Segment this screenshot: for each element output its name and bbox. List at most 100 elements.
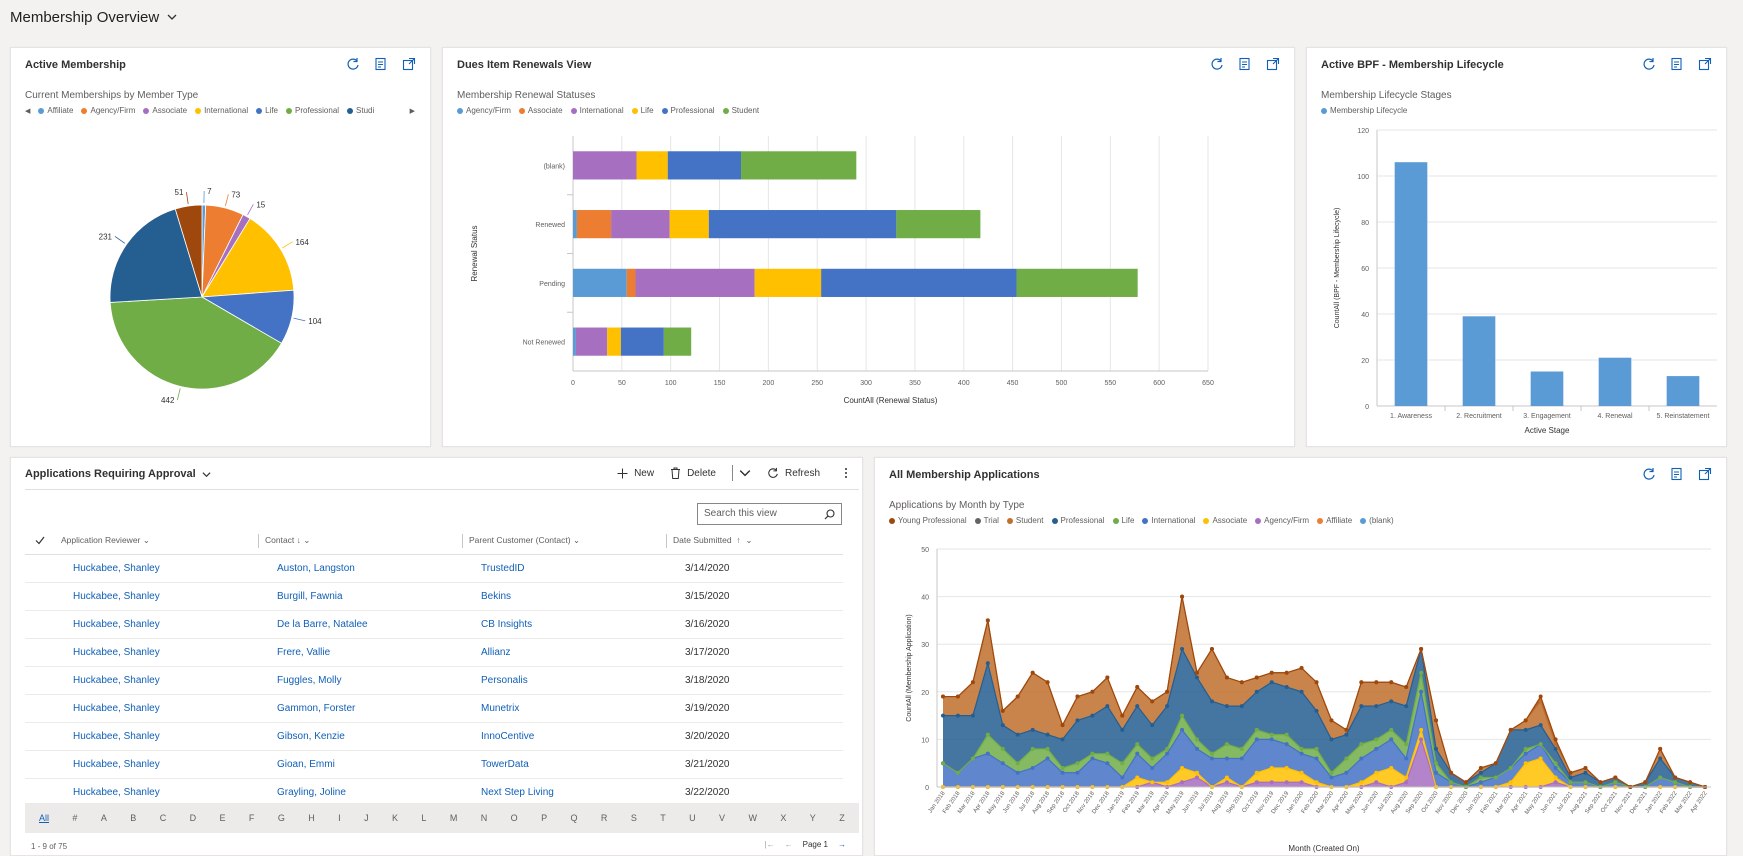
data-point[interactable] <box>1658 746 1663 751</box>
data-point[interactable] <box>1045 746 1050 751</box>
contact-link[interactable]: De la Barre, Natalee <box>259 610 463 639</box>
legend-item[interactable]: Studi <box>347 106 374 115</box>
data-point[interactable] <box>1314 708 1319 713</box>
data-point[interactable] <box>1135 751 1140 756</box>
data-point[interactable] <box>1658 756 1663 761</box>
alphabet-filter-g[interactable]: G <box>278 813 285 823</box>
new-button[interactable]: New <box>617 468 654 479</box>
data-point[interactable] <box>1030 765 1035 770</box>
data-point[interactable] <box>1508 727 1513 732</box>
contact-link[interactable]: Gammon, Forster <box>259 694 463 723</box>
chevron-down-icon[interactable] <box>167 12 177 22</box>
alphabet-filter-p[interactable]: P <box>541 813 547 823</box>
data-point[interactable] <box>1299 689 1304 694</box>
bar[interactable] <box>1598 357 1632 406</box>
legend-item[interactable]: (blank) <box>1360 516 1394 525</box>
data-point[interactable] <box>1568 780 1573 785</box>
bar-segment[interactable] <box>573 151 637 180</box>
data-point[interactable] <box>1209 646 1214 651</box>
legend-item[interactable]: Trial <box>974 516 999 525</box>
table-row[interactable]: Huckabee, Shanley Frere, Vallie Allianz 3/1… <box>25 638 843 667</box>
legend-item[interactable]: Associate <box>143 106 187 115</box>
reviewer-link[interactable]: Huckabee, Shanley <box>55 778 259 807</box>
data-point[interactable] <box>1209 756 1214 761</box>
data-point[interactable] <box>1299 666 1304 670</box>
legend-item[interactable]: Agency/Firm <box>1255 516 1309 525</box>
data-point[interactable] <box>1329 770 1334 775</box>
data-point[interactable] <box>1389 765 1394 770</box>
column-header-reviewer[interactable]: Application Reviewer ⌄ <box>55 528 259 555</box>
data-point[interactable] <box>1583 780 1588 785</box>
data-point[interactable] <box>1239 680 1244 685</box>
data-point[interactable] <box>1135 704 1140 709</box>
bar-segment[interactable] <box>573 210 577 239</box>
data-point[interactable] <box>1299 746 1304 751</box>
data-point[interactable] <box>1419 727 1424 732</box>
contact-link[interactable]: Fuggles, Molly <box>259 666 463 695</box>
row-select-cell[interactable] <box>25 582 55 611</box>
row-select-cell[interactable] <box>25 554 55 583</box>
data-point[interactable] <box>955 770 960 775</box>
data-point[interactable] <box>1523 761 1528 766</box>
data-point[interactable] <box>1180 713 1185 718</box>
data-point[interactable] <box>1254 727 1259 732</box>
alphabet-filter-e[interactable]: E <box>220 813 226 823</box>
legend-item[interactable]: Membership Lifecycle <box>1321 106 1407 115</box>
table-row[interactable]: Huckabee, Shanley Gammon, Forster Munetrix… <box>25 694 843 723</box>
data-point[interactable] <box>1269 765 1274 770</box>
data-point[interactable] <box>1075 770 1080 775</box>
row-select-cell[interactable] <box>25 610 55 639</box>
data-point[interactable] <box>1150 699 1155 704</box>
data-point[interactable] <box>1105 675 1110 680</box>
data-point[interactable] <box>1374 704 1379 709</box>
data-point[interactable] <box>1284 780 1289 785</box>
view-records-icon[interactable] <box>1238 57 1252 71</box>
alphabet-filter-y[interactable]: Y <box>810 813 816 823</box>
alphabet-filter-b[interactable]: B <box>130 813 136 823</box>
expand-icon[interactable] <box>1698 467 1712 481</box>
column-header-date[interactable]: Date Submitted ↑ ⌄ <box>667 528 843 555</box>
data-point[interactable] <box>1180 646 1185 651</box>
data-point[interactable] <box>1195 670 1199 675</box>
bar-segment[interactable] <box>754 268 822 297</box>
data-point[interactable] <box>1120 761 1125 766</box>
data-point[interactable] <box>1075 694 1080 699</box>
alphabet-filter-u[interactable]: U <box>689 813 696 823</box>
data-point[interactable] <box>941 694 945 699</box>
data-point[interactable] <box>1538 694 1543 699</box>
expand-icon[interactable] <box>1698 57 1712 71</box>
alphabet-filter-i[interactable]: I <box>338 813 341 823</box>
legend-item[interactable]: Young Professional <box>889 516 967 525</box>
refresh-icon[interactable] <box>346 57 360 71</box>
row-select-cell[interactable] <box>25 694 55 723</box>
data-point[interactable] <box>1344 756 1349 761</box>
data-point[interactable] <box>1434 718 1439 723</box>
data-point[interactable] <box>1329 737 1334 742</box>
data-point[interactable] <box>1075 718 1080 723</box>
data-point[interactable] <box>1045 732 1050 737</box>
data-point[interactable] <box>1135 775 1140 780</box>
data-point[interactable] <box>1269 737 1274 742</box>
data-point[interactable] <box>1254 737 1259 742</box>
bar-segment[interactable] <box>1016 268 1138 297</box>
data-point[interactable] <box>1284 742 1289 747</box>
data-point[interactable] <box>1553 765 1558 770</box>
alphabet-filter-h[interactable]: H <box>308 813 315 823</box>
view-records-icon[interactable] <box>374 57 388 71</box>
data-point[interactable] <box>1060 770 1065 775</box>
refresh-button[interactable]: Refresh <box>767 467 820 479</box>
data-point[interactable] <box>1493 775 1498 780</box>
data-point[interactable] <box>1239 756 1244 761</box>
data-point[interactable] <box>1359 704 1364 709</box>
data-point[interactable] <box>1030 670 1035 675</box>
customer-link[interactable]: InnoCentive <box>463 722 667 751</box>
data-point[interactable] <box>1165 751 1170 756</box>
alphabet-filter-d[interactable]: D <box>190 813 197 823</box>
data-point[interactable] <box>1553 775 1558 780</box>
data-point[interactable] <box>1449 780 1453 785</box>
first-page-icon[interactable]: |← <box>765 840 775 849</box>
more-options-icon[interactable] <box>844 467 848 479</box>
refresh-icon[interactable] <box>1642 57 1656 71</box>
data-point[interactable] <box>1374 746 1379 751</box>
data-point[interactable] <box>1209 699 1214 704</box>
